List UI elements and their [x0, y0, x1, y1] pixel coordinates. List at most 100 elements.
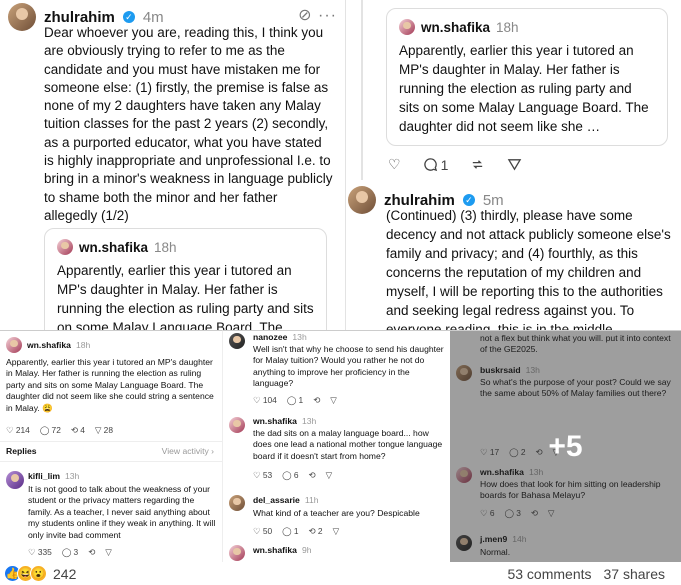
comment-count: 1 — [440, 156, 449, 173]
repost-count: 2 — [317, 526, 323, 536]
like-icon[interactable]: ♡ — [388, 156, 401, 173]
like-button[interactable]: ♡ 53 — [253, 470, 272, 480]
timestamp: 13h — [301, 416, 317, 426]
comment-button[interactable]: ◯ 1 — [287, 395, 303, 405]
avatar[interactable] — [348, 186, 376, 214]
share-icon[interactable]: ▽ — [326, 470, 332, 480]
reply-body: Well isn't that why he choose to send hi… — [253, 344, 444, 389]
share-icon[interactable] — [507, 157, 522, 172]
view-activity-link[interactable]: View activity › — [162, 446, 214, 457]
comment-button[interactable]: 1 — [423, 156, 449, 173]
reply-actions: ♡ 53 ◯ 6 ⟲ ▽ — [253, 470, 332, 480]
more-replies-panel[interactable]: not a flex but think what you will. put … — [450, 330, 681, 562]
reactions-footer: 👍 😆 😮 242 53 comments 37 shares — [0, 562, 681, 585]
avatar — [399, 19, 415, 35]
comment-button[interactable]: ◯ 1 — [282, 526, 298, 536]
like-button[interactable]: ♡ 214 — [6, 425, 30, 435]
comment-count: 72 — [51, 425, 61, 435]
timestamp: 13h — [65, 471, 80, 481]
username[interactable]: wn.shafika — [27, 340, 71, 350]
comment-button[interactable]: ◯ 72 — [40, 425, 61, 435]
post-body: Dear whoever you are, reading this, I th… — [44, 25, 333, 223]
shares-count[interactable]: 37 shares — [604, 566, 665, 582]
reply-body: It is not good to talk about the weaknes… — [28, 484, 216, 540]
more-count: +5 — [548, 429, 583, 463]
like-count: 53 — [262, 470, 273, 480]
reaction-count[interactable]: 242 — [53, 566, 76, 582]
share-icon[interactable]: ▽ — [333, 526, 339, 536]
quoted-timestamp: 18h — [154, 239, 177, 255]
repost-icon[interactable]: ⟲ — [88, 547, 95, 557]
username[interactable]: del_assarie — [253, 495, 300, 505]
quoted-username: wn.shafika — [421, 19, 491, 35]
like-button[interactable]: ♡ 335 — [28, 547, 52, 557]
reply-body: What kind of a teacher are you? Despicab… — [253, 508, 420, 518]
repost-button[interactable]: ⟲ 4 — [71, 425, 85, 435]
comment-button[interactable]: ◯ 6 — [282, 470, 298, 480]
post-body: Apparently, earlier this year i tutored … — [6, 357, 214, 413]
avatar[interactable] — [229, 333, 245, 349]
timestamp: 13h — [292, 332, 307, 342]
share-button[interactable]: ▽ 28 — [95, 425, 113, 435]
repost-icon[interactable]: ⟲ — [313, 395, 320, 405]
like-button[interactable]: ♡ 104 — [253, 395, 277, 405]
avatar[interactable] — [229, 417, 245, 433]
like-count: 335 — [37, 547, 52, 557]
more-images-overlay[interactable]: +5 — [450, 331, 681, 562]
avatar[interactable] — [8, 3, 36, 31]
post-actions: ♡ 214 ◯ 72 ⟲ 4 ▽ 28 — [6, 425, 113, 435]
comments-count[interactable]: 53 comments — [507, 566, 591, 582]
main-post: zhulrahim ✓ 4m ⊘ ··· Dear whoever you ar… — [0, 0, 345, 330]
quoted-username: wn.shafika — [79, 239, 149, 255]
quoted-post[interactable]: wn.shafika 18h Apparently, earlier this … — [386, 8, 668, 146]
thread-continuation: wn.shafika 18h Apparently, earlier this … — [345, 0, 681, 330]
reply-body: the dad sits on a malay language board..… — [253, 428, 443, 461]
post-actions: ♡ 1 — [388, 156, 522, 173]
timestamp: 9h — [301, 545, 312, 555]
avatar[interactable] — [6, 471, 24, 489]
avatar[interactable] — [6, 337, 22, 353]
comment-count: 1 — [293, 526, 299, 536]
username[interactable]: kifli_lim — [28, 471, 60, 481]
username[interactable]: wn.shafika — [253, 545, 297, 555]
repost-icon[interactable] — [470, 157, 485, 172]
share-icon[interactable]: ▽ — [330, 395, 336, 405]
post-menu-icon[interactable]: ⊘ ··· — [298, 5, 337, 25]
replies-panel: nanozee 13h Well isn't that why he choos… — [222, 330, 450, 562]
reaction-icons[interactable]: 👍 😆 😮 — [4, 565, 47, 582]
quoted-text: Apparently, earlier this year i tutored … — [399, 43, 649, 134]
comment-button[interactable]: ◯ 3 — [62, 547, 78, 557]
username[interactable]: zhulrahim — [44, 9, 115, 26]
timestamp: 11h — [304, 495, 319, 505]
original-post-panel: wn.shafika 18h Apparently, earlier this … — [0, 330, 222, 562]
thread-connector-line — [361, 0, 363, 180]
like-count: 104 — [262, 395, 277, 405]
share-icon[interactable]: ▽ — [105, 547, 111, 557]
verified-badge-icon: ✓ — [462, 194, 475, 206]
like-count: 50 — [262, 526, 273, 536]
repost-icon[interactable]: ⟲ — [309, 470, 316, 480]
comment-count: 3 — [73, 547, 79, 557]
avatar[interactable] — [229, 545, 245, 561]
comment-count: 6 — [293, 470, 299, 480]
reply-actions: ♡ 335 ◯ 3 ⟲ ▽ — [28, 547, 112, 557]
comment-icon — [423, 158, 437, 172]
reply-body: (Continued) (3) thirdly, please have som… — [386, 208, 671, 330]
share-count: 28 — [103, 425, 113, 435]
repost-button[interactable]: ⟲ 2 — [309, 526, 323, 536]
reply-actions: ♡ 104 ◯ 1 ⟲ ▽ — [253, 395, 337, 405]
quoted-text: Apparently, earlier this year i tutored … — [57, 263, 314, 330]
avatar — [57, 239, 73, 255]
avatar[interactable] — [229, 495, 245, 511]
like-count: 214 — [15, 425, 30, 435]
like-button[interactable]: ♡ 50 — [253, 526, 272, 536]
timestamp: 4m — [142, 8, 164, 26]
username[interactable]: wn.shafika — [253, 416, 297, 426]
reply-actions: ♡ 50 ◯ 1 ⟲ 2 ▽ — [253, 526, 339, 536]
comment-count: 1 — [298, 395, 304, 405]
verified-badge-icon: ✓ — [122, 11, 135, 23]
quoted-post[interactable]: wn.shafika 18h Apparently, earlier this … — [44, 228, 327, 330]
quoted-timestamp: 18h — [496, 19, 519, 35]
username[interactable]: nanozee — [253, 332, 287, 342]
replies-label[interactable]: Replies — [6, 446, 37, 457]
